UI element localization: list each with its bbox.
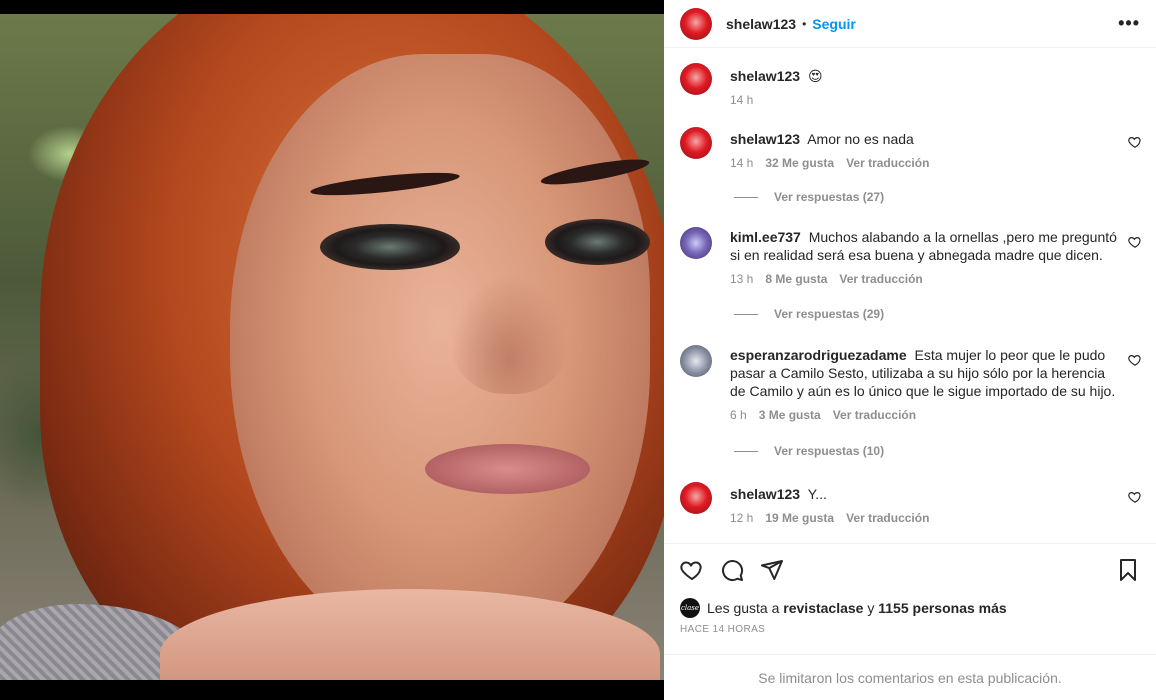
author-avatar[interactable] [680, 7, 712, 40]
comment-time[interactable]: 13 h [730, 272, 753, 286]
photo-lips [425, 444, 590, 494]
comment-icon[interactable] [720, 558, 744, 582]
likes-prefix: Les gusta a [707, 600, 780, 616]
photo-nose [450, 274, 570, 394]
comment-username[interactable]: shelaw123 [730, 131, 800, 147]
translate-link[interactable]: Ver traducción [846, 156, 929, 170]
post-header: shelaw123 • Seguir ••• [664, 0, 1156, 48]
comment-item: shelaw123 Y... 12 h 19 Me gusta Ver trad… [680, 482, 1142, 525]
comment-likes[interactable]: 8 Me gusta [765, 272, 827, 286]
replies-divider [734, 196, 758, 198]
heart-icon[interactable] [680, 558, 704, 582]
avatar[interactable] [680, 482, 712, 514]
likes-connector: y [867, 600, 875, 616]
translate-link[interactable]: Ver traducción [846, 511, 929, 525]
view-replies-button[interactable]: Ver respuestas (29) [734, 307, 884, 321]
photo-eye-left [320, 224, 460, 270]
comment-item: esperanzarodriguezadame Esta mujer lo pe… [680, 345, 1142, 422]
like-comment-heart-icon[interactable] [1128, 235, 1142, 249]
avatar[interactable] [680, 227, 712, 259]
comment-username[interactable]: shelaw123 [730, 68, 800, 84]
caption-text: 😍 [807, 68, 823, 84]
likes-summary: clase Les gusta a revistaclase y 1155 pe… [680, 598, 1007, 618]
comment-text: Y... [807, 486, 827, 502]
replies-divider [734, 450, 758, 452]
view-replies-label: Ver respuestas (10) [774, 444, 885, 458]
comment-likes[interactable]: 32 Me gusta [765, 156, 834, 170]
like-comment-heart-icon[interactable] [1128, 353, 1142, 367]
comment-item: kiml.ee737 Muchos alabando a la ornellas… [680, 227, 1142, 286]
comment-username[interactable]: kiml.ee737 [730, 229, 801, 245]
comments-list[interactable]: shelaw123 😍 14 h shelaw123 Amor no es na… [664, 49, 1156, 543]
share-icon[interactable] [760, 558, 784, 582]
translate-link[interactable]: Ver traducción [833, 408, 916, 422]
post-media[interactable] [0, 0, 664, 700]
view-replies-button[interactable]: Ver respuestas (27) [734, 190, 884, 204]
comment-username[interactable]: esperanzarodriguezadame [730, 347, 907, 363]
view-replies-button[interactable]: Ver respuestas (10) [734, 444, 884, 458]
liker-avatar[interactable]: clase [680, 598, 700, 618]
comment-likes[interactable]: 3 Me gusta [759, 408, 821, 422]
more-options-icon[interactable]: ••• [1118, 13, 1140, 34]
view-replies-label: Ver respuestas (27) [774, 190, 885, 204]
avatar[interactable] [680, 63, 712, 95]
avatar[interactable] [680, 345, 712, 377]
like-comment-heart-icon[interactable] [1128, 490, 1142, 504]
comment-text: Amor no es nada [807, 131, 914, 147]
comment-time[interactable]: 6 h [730, 408, 747, 422]
comment-time[interactable]: 12 h [730, 511, 753, 525]
header-separator: • [802, 16, 807, 31]
post-actions-bar [664, 543, 1156, 595]
likes-others-link[interactable]: 1155 personas más [878, 600, 1006, 616]
author-username[interactable]: shelaw123 [726, 16, 796, 32]
bookmark-icon[interactable] [1116, 558, 1140, 582]
avatar[interactable] [680, 127, 712, 159]
comments-limited-text: Se limitaron los comentarios en esta pub… [758, 669, 1062, 686]
comment-time[interactable]: 14 h [730, 93, 753, 107]
post-side-panel: shelaw123 • Seguir ••• shelaw123 😍 14 h [664, 0, 1156, 700]
photo-eye-right [545, 219, 650, 265]
comments-limited-notice: Se limitaron los comentarios en esta pub… [664, 654, 1156, 700]
post-photo [0, 14, 664, 680]
like-comment-heart-icon[interactable] [1128, 135, 1142, 149]
photo-face [230, 54, 650, 654]
post-time[interactable]: HACE 14 HORAS [680, 624, 765, 635]
view-replies-label: Ver respuestas (29) [774, 307, 885, 321]
translate-link[interactable]: Ver traducción [839, 272, 922, 286]
comment-username[interactable]: shelaw123 [730, 486, 800, 502]
comment-likes[interactable]: 19 Me gusta [765, 511, 834, 525]
liker-username[interactable]: revistaclase [783, 600, 863, 616]
follow-button[interactable]: Seguir [812, 16, 856, 32]
caption: shelaw123 😍 14 h [680, 63, 1142, 107]
comment-time[interactable]: 14 h [730, 156, 753, 170]
replies-divider [734, 313, 758, 315]
comment-item: shelaw123 Amor no es nada 14 h 32 Me gus… [680, 127, 1142, 170]
